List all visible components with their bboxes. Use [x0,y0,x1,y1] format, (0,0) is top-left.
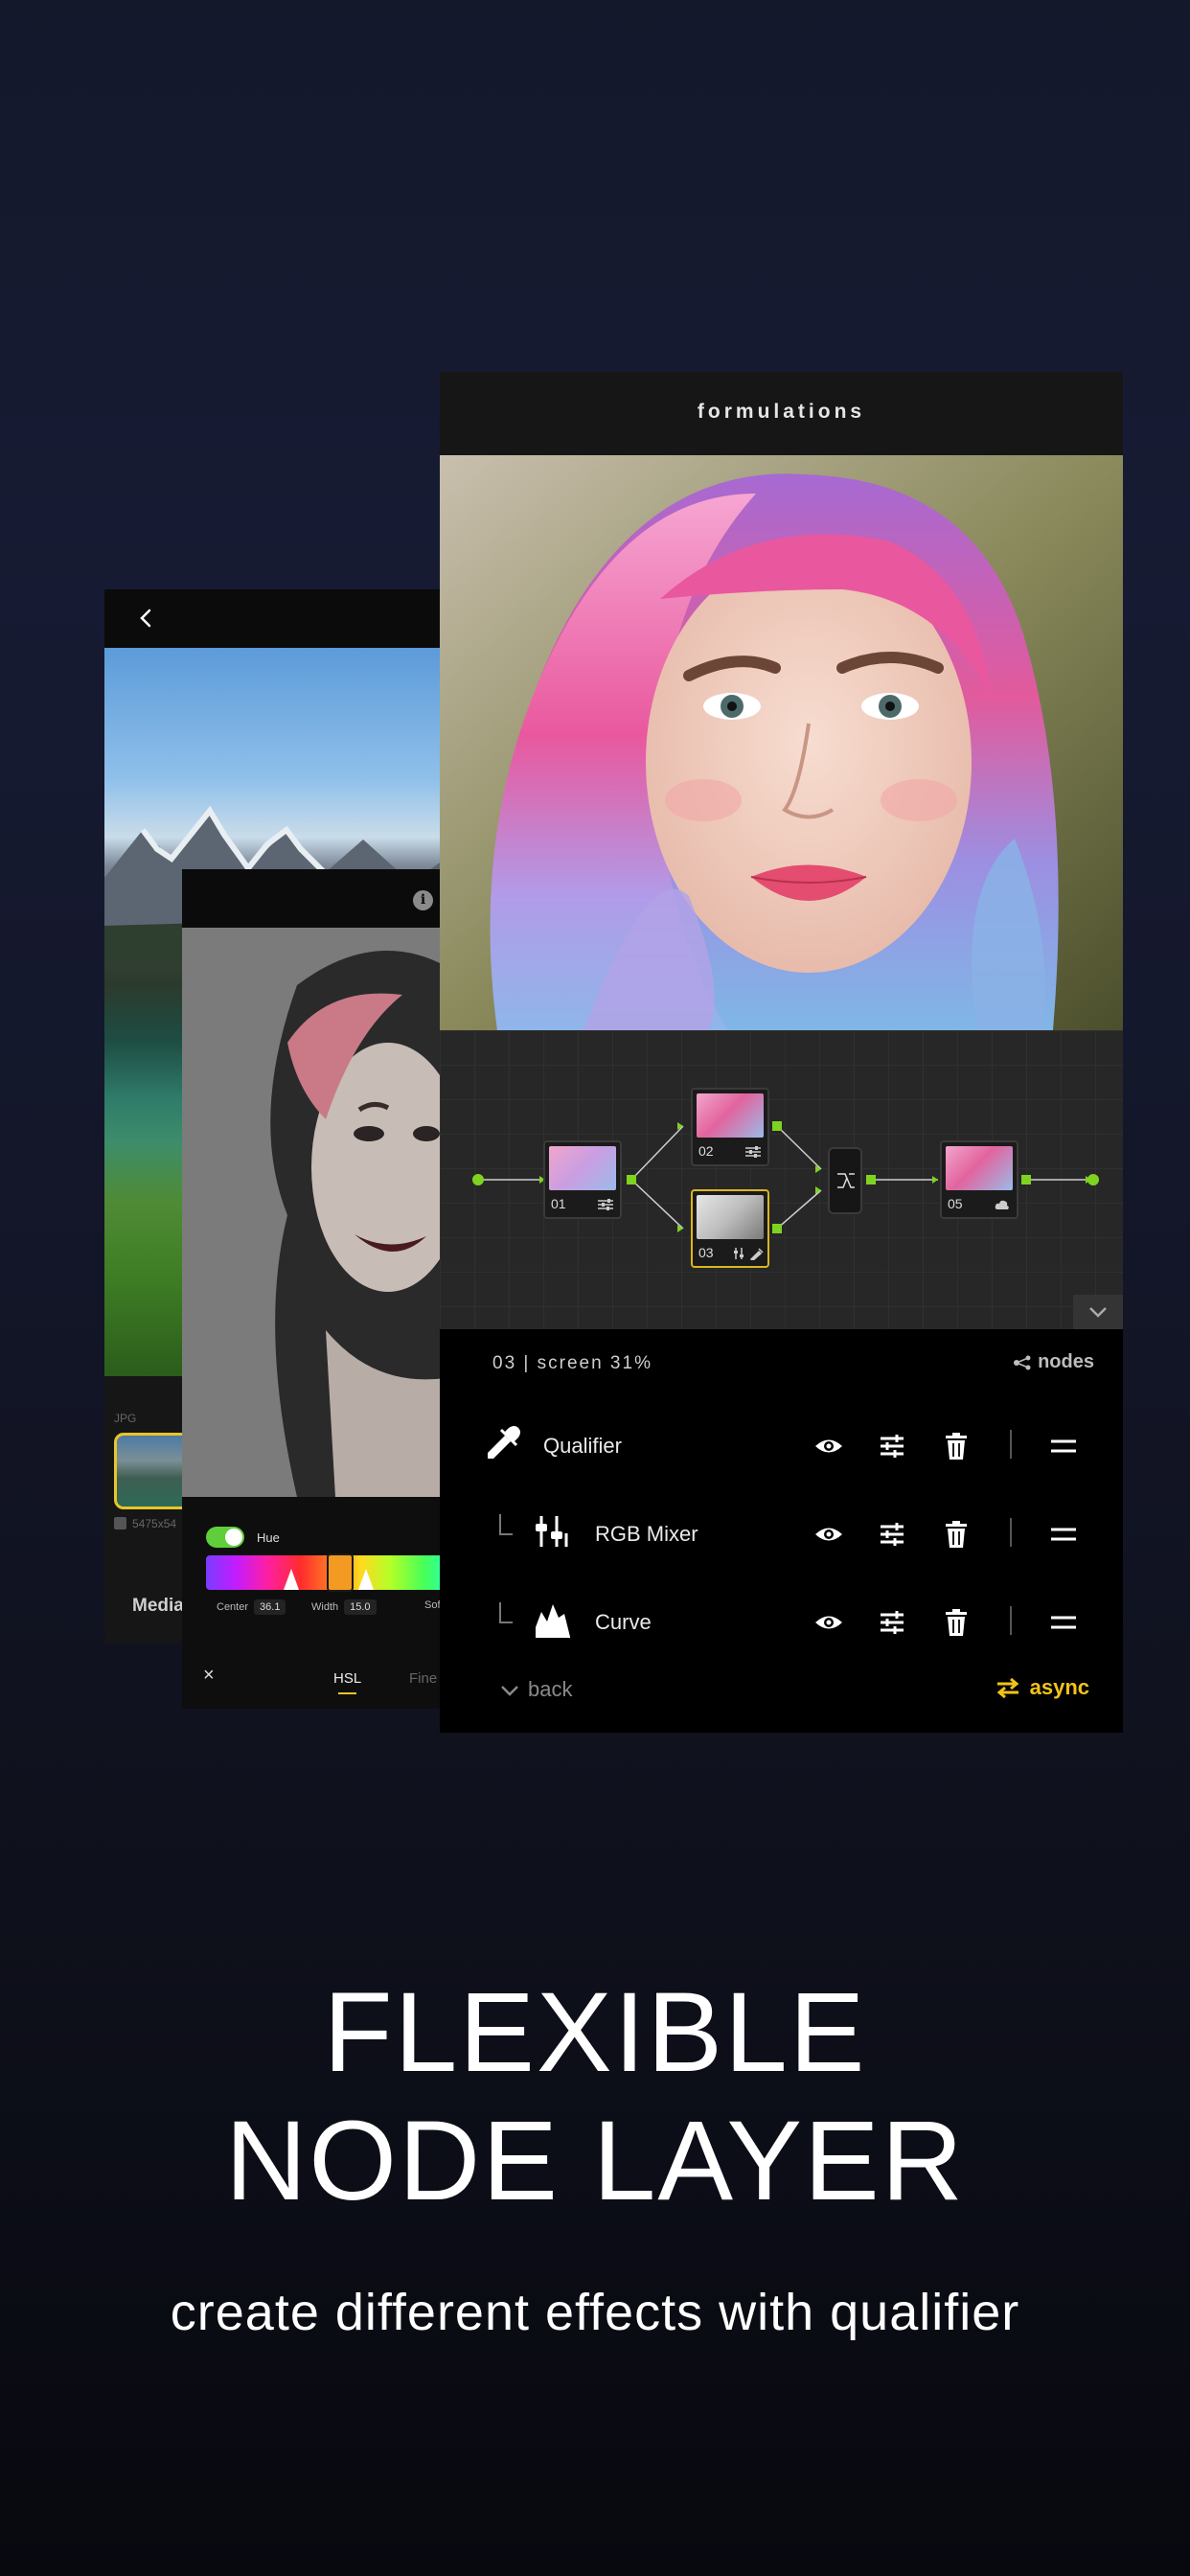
rgb-mixer-icon [733,1247,764,1260]
hue-range-right-marker[interactable] [358,1569,374,1590]
grayscale-portrait [182,928,446,1497]
eye-icon[interactable] [812,1518,845,1551]
collapse-graph-button[interactable] [1073,1295,1123,1329]
edited-portrait [440,455,1123,1030]
info-icon[interactable]: i [413,890,433,910]
layer-name: RGB Mixer [595,1522,698,1546]
tab-hsl[interactable]: HSL [333,1670,361,1694]
center-param: Center 36.1 [217,1599,286,1615]
headline-line-2: NODE LAYER [225,2098,965,2224]
media-thumbnail[interactable] [114,1433,191,1509]
page-title: formulations [697,401,866,423]
drag-handle-icon[interactable] [1047,1430,1080,1462]
trash-icon[interactable] [940,1518,973,1551]
hue-label: Hue [257,1530,280,1545]
nodes-label: nodes [1038,1351,1094,1372]
curve-histogram-icon [532,1598,574,1641]
layer-name: Curve [595,1610,652,1634]
graph-input-dot [472,1174,484,1185]
eyedropper-icon [482,1422,524,1464]
graph-output-dot [1087,1174,1099,1185]
trash-icon[interactable] [940,1430,973,1462]
media-tab[interactable]: Media [132,1596,184,1617]
width-value[interactable]: 15.0 [344,1599,377,1615]
width-param: Width 15.0 [311,1599,377,1615]
drag-handle-icon[interactable] [1047,1518,1080,1551]
node-graph[interactable]: 01 02 03 05 [440,1030,1123,1329]
node-05-output-port[interactable] [1021,1175,1031,1184]
node-02-number: 02 [698,1143,714,1159]
soft-label: Sof [424,1599,441,1611]
hue-toggle[interactable] [206,1527,244,1548]
node-01-thumb [549,1146,616,1190]
formulations-panel: formulations 01 02 03 05 03 | screen 31%… [440,372,1123,1733]
hue-center-handle[interactable] [327,1553,354,1592]
node-05-thumb [946,1146,1013,1190]
node-03-number: 03 [698,1245,714,1260]
center-value[interactable]: 36.1 [254,1599,286,1615]
hsl-panel: i Hue Center 36.1 Width 15.0 Sof × HSL Fin… [182,869,446,1709]
merge-node[interactable] [828,1147,862,1214]
nodes-button[interactable]: nodes [1013,1351,1094,1373]
adjust-icon[interactable] [876,1606,908,1639]
info-square-icon [114,1517,126,1530]
center-label: Center [217,1601,249,1613]
hue-range-left-marker[interactable] [284,1569,299,1590]
node-01-output-port[interactable] [627,1175,636,1184]
image-dimensions: 5475x54 [114,1517,176,1530]
node-01[interactable]: 01 [543,1140,622,1219]
close-icon[interactable]: × [203,1665,215,1687]
width-label: Width [311,1601,339,1613]
layer-name: Qualifier [543,1434,622,1458]
merge-output-port[interactable] [866,1175,876,1184]
node-05-number: 05 [948,1196,963,1211]
async-button[interactable]: async [995,1675,1089,1700]
adjust-icon[interactable] [876,1518,908,1551]
layer-row-rgb-mixer[interactable]: RGB Mixer [440,1495,1123,1581]
rgb-mixer-icon [532,1510,574,1552]
child-indent-line [499,1602,513,1623]
sliders-icon [598,1198,613,1211]
node-01-number: 01 [551,1196,566,1211]
headline-line-1: FLEXIBLE [323,1969,867,2096]
layer-row-curve[interactable]: Curve [440,1583,1123,1669]
trash-icon[interactable] [940,1606,973,1639]
eye-icon[interactable] [812,1606,845,1639]
back-label: back [528,1677,573,1701]
node-03[interactable]: 03 [691,1189,769,1268]
adjust-icon[interactable] [876,1430,908,1462]
soft-param: Sof [424,1599,441,1611]
tab-fine[interactable]: Fine [409,1670,437,1687]
swap-arrows-icon [996,1677,1018,1698]
dimensions-text: 5475x54 [132,1517,177,1530]
node-03-thumb [697,1195,764,1239]
child-indent-line [499,1514,513,1535]
eye-icon[interactable] [812,1430,845,1462]
node-05[interactable]: 05 [940,1140,1018,1219]
media-topbar [104,589,446,648]
async-label: async [1029,1675,1089,1699]
cloud-icon [995,1198,1010,1211]
layer-row-qualifier[interactable]: Qualifier [440,1407,1123,1493]
node-03-output-port[interactable] [772,1224,782,1233]
sliders-icon [745,1145,761,1159]
format-label: JPG [114,1412,137,1425]
hsl-topbar: i [182,869,446,928]
hue-range-slider[interactable] [206,1555,446,1590]
node-02-output-port[interactable] [772,1121,782,1131]
divider [1010,1430,1012,1459]
chevron-left-icon[interactable] [133,605,160,632]
nodes-icon [1014,1355,1031,1370]
node-02[interactable]: 02 [691,1088,769,1166]
back-button[interactable]: back [499,1677,572,1702]
headline-subtitle: create different effects with qualifier [170,2284,1020,2341]
chevron-down-icon [501,1686,518,1696]
node-status: 03 | screen 31% [492,1353,652,1373]
divider [1010,1518,1012,1547]
node-02-thumb [697,1093,764,1138]
divider [1010,1606,1012,1635]
drag-handle-icon[interactable] [1047,1606,1080,1639]
formulations-header: formulations [440,372,1123,455]
